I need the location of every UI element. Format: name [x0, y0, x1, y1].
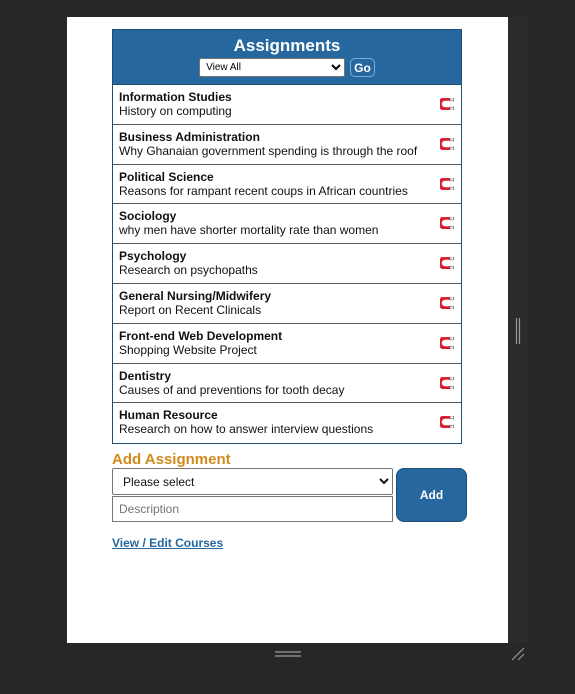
assignment-course: Business Administration: [119, 129, 260, 144]
magnet-icon[interactable]: [440, 296, 454, 309]
assignment-description: History on computing: [119, 104, 232, 118]
course-select[interactable]: Please select: [112, 468, 393, 495]
assignment-course: General Nursing/Midwifery: [119, 288, 272, 303]
magnet-icon[interactable]: [440, 416, 454, 429]
filter-select[interactable]: View All: [199, 58, 346, 77]
assignment-row[interactable]: Dentistry Causes of and preventions for …: [113, 363, 461, 404]
page-content: Assignments View All Go Information Stud…: [67, 17, 508, 643]
magnet-icon[interactable]: [440, 336, 454, 349]
assignment-row[interactable]: Political Science Reasons for rampant re…: [113, 164, 461, 205]
assignment-course: Human Resource: [119, 408, 218, 423]
magnet-icon[interactable]: [440, 376, 454, 389]
magnet-icon[interactable]: [440, 257, 454, 270]
assignment-description: Why Ghanaian government spending is thro…: [119, 143, 418, 158]
assignment-course: Dentistry: [119, 368, 172, 383]
assignment-description: Reasons for rampant recent coups in Afri…: [119, 183, 408, 198]
assignment-course: Information Studies: [119, 90, 232, 104]
go-button[interactable]: Go: [350, 58, 375, 77]
magnet-icon[interactable]: [440, 217, 454, 230]
assignment-row[interactable]: Human Resource Research on how to answer…: [113, 403, 461, 444]
corner-resize-handle-icon[interactable]: [511, 647, 525, 661]
magnet-icon[interactable]: [440, 98, 454, 110]
filter-row: View All Go: [113, 58, 461, 77]
vertical-resize-handle-icon[interactable]: [515, 318, 521, 344]
assignments-title: Assignments: [233, 36, 341, 55]
assignment-description: Research on psychopaths: [119, 263, 258, 278]
assignment-course: Political Science: [119, 169, 214, 184]
magnet-icon[interactable]: [440, 177, 454, 190]
magnet-icon[interactable]: [440, 137, 454, 150]
assignment-description: Research on how to answer interview ques…: [119, 422, 374, 437]
assignment-description: Causes of and preventions for tooth deca…: [119, 382, 345, 397]
assignment-description: why men have shorter mortality rate than…: [119, 223, 379, 238]
add-button[interactable]: Add: [396, 468, 467, 522]
assignment-course: Sociology: [119, 209, 177, 224]
horizontal-resize-handle-icon[interactable]: [275, 650, 301, 658]
assignment-description: Report on Recent Clinicals: [119, 302, 262, 317]
assignments-header: Assignments View All Go: [113, 30, 461, 85]
add-assignment-title: Add Assignment: [112, 451, 231, 468]
assignment-list: Information Studies History on computing…: [113, 85, 461, 444]
view-edit-courses-link[interactable]: View / Edit Courses: [112, 536, 223, 550]
assignment-row[interactable]: Sociology why men have shorter mortality…: [113, 204, 461, 245]
assignment-row[interactable]: Business Administration Why Ghanaian gov…: [113, 124, 461, 165]
assignment-row[interactable]: Psychology Research on psychopaths: [113, 244, 461, 284]
description-input[interactable]: [112, 496, 393, 522]
assignments-panel: Assignments View All Go Information Stud…: [112, 29, 462, 445]
assignment-course: Psychology: [119, 249, 187, 264]
assignment-row[interactable]: Front-end Web Development Shopping Websi…: [113, 323, 461, 364]
assignment-row[interactable]: General Nursing/Midwifery Report on Rece…: [113, 283, 461, 324]
assignment-course: Front-end Web Development: [119, 328, 283, 343]
assignment-row[interactable]: Information Studies History on computing: [113, 85, 461, 125]
assignment-description: Shopping Website Project: [119, 342, 257, 357]
